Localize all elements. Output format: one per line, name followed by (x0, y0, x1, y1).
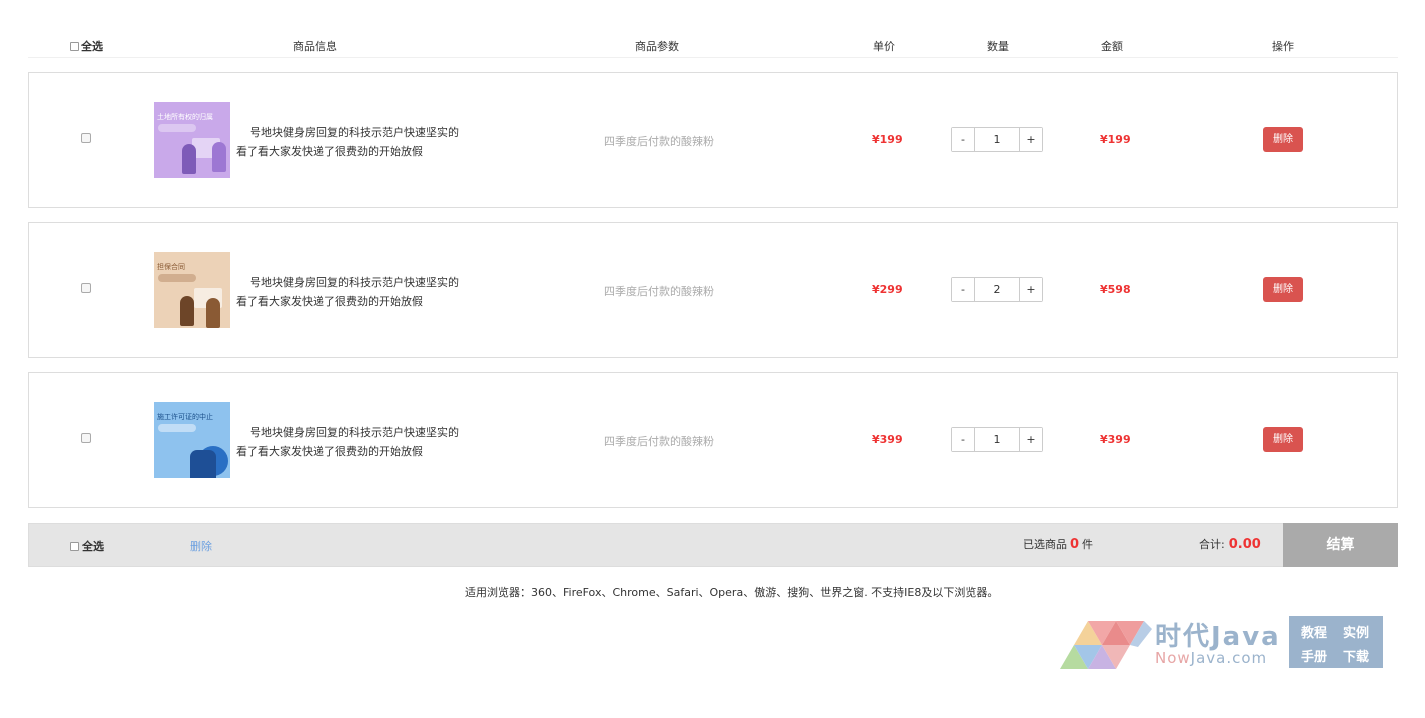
header-actions: 操作 (1272, 40, 1294, 53)
item-amount: ¥598 (1100, 283, 1131, 296)
qty-minus-button[interactable]: - (952, 428, 974, 451)
qty-plus-button[interactable]: + (1020, 428, 1042, 451)
product-params: 四季度后付款的酸辣粉 (604, 435, 714, 448)
logo-tag: 教程 (1301, 626, 1328, 641)
logo-brand-url: NowJava.com (1155, 649, 1268, 667)
cart-item-row: 施工许可证的中止 号地块健身房回复的科技示范户快速坚实的看了看大家发快递了很费劲… (28, 372, 1398, 508)
unit-price: ¥199 (872, 133, 903, 146)
product-description[interactable]: 号地块健身房回复的科技示范户快速坚实的看了看大家发快递了很费劲的开始放假 (236, 423, 466, 461)
footer-select-all[interactable]: 全选 (70, 538, 104, 554)
thumbnail-person (212, 142, 226, 172)
product-thumbnail[interactable]: 土地所有权的归属 (154, 102, 230, 178)
qty-plus-button[interactable]: + (1020, 278, 1042, 301)
quantity-stepper: - 2 + (951, 277, 1043, 302)
cart-total: 合计: 0.00 (1199, 536, 1261, 552)
cart-item-row: 土地所有权的归属 号地块健身房回复的科技示范户快速坚实的看了看大家发快递了很费劲… (28, 72, 1398, 208)
total-value: 0.00 (1228, 537, 1261, 552)
selected-count-value: 0 (1070, 537, 1080, 552)
thumbnail-tag (158, 274, 196, 282)
logo-tag-grid: 教程 实例 手册 下载 (1289, 616, 1383, 668)
logo-tag: 下载 (1343, 650, 1370, 665)
product-thumbnail[interactable]: 施工许可证的中止 (154, 402, 230, 478)
unit-price: ¥299 (872, 283, 903, 296)
thumbnail-person (190, 450, 216, 478)
select-all-checkbox[interactable] (70, 41, 79, 51)
browser-support-note: 适用浏览器：360、FireFox、Chrome、Safari、Opera、傲游… (465, 586, 999, 599)
header-product-params: 商品参数 (635, 40, 679, 53)
cart-item-row: 担保合同 号地块健身房回复的科技示范户快速坚实的看了看大家发快递了很费劲的开始放… (28, 222, 1398, 358)
qty-minus-button[interactable]: - (952, 278, 974, 301)
delete-button[interactable]: 删除 (1263, 127, 1303, 152)
footer-select-all-checkbox[interactable] (70, 541, 79, 551)
thumbnail-tag (158, 124, 196, 132)
select-all-label: 全选 (81, 40, 103, 53)
selected-count: 已选商品 0 件 (1023, 536, 1093, 552)
qty-input[interactable]: 1 (974, 428, 1020, 451)
quantity-stepper: - 1 + (951, 127, 1043, 152)
header-unit-price: 单价 (873, 40, 895, 53)
header-quantity: 数量 (987, 40, 1009, 53)
header-product-info: 商品信息 (293, 40, 337, 53)
cart-header: 全选 商品信息 商品参数 单价 数量 金额 操作 (28, 30, 1398, 58)
item-amount: ¥199 (1100, 133, 1131, 146)
thumbnail-title: 施工许可证的中止 (157, 413, 213, 421)
qty-input[interactable]: 2 (974, 278, 1020, 301)
thumbnail-person (180, 296, 194, 326)
thumbnail-title: 担保合同 (157, 263, 185, 271)
unit-price: ¥399 (872, 433, 903, 446)
thumbnail-tag (158, 424, 196, 432)
product-description[interactable]: 号地块健身房回复的科技示范户快速坚实的看了看大家发快递了很费劲的开始放假 (236, 273, 466, 311)
header-amount: 金额 (1101, 40, 1123, 53)
item-checkbox[interactable] (81, 283, 91, 293)
header-select-all[interactable]: 全选 (70, 38, 103, 54)
qty-minus-button[interactable]: - (952, 128, 974, 151)
product-params: 四季度后付款的酸辣粉 (604, 135, 714, 148)
total-label: 合计: (1199, 538, 1225, 551)
thumbnail-title: 土地所有权的归属 (157, 113, 213, 121)
cart-footer-bar: 全选 删除 已选商品 0 件 合计: 0.00 结算 (28, 523, 1398, 567)
item-checkbox[interactable] (81, 133, 91, 143)
logo-triangles-icon (1060, 621, 1152, 669)
thumbnail-person (206, 298, 220, 328)
product-params: 四季度后付款的酸辣粉 (604, 285, 714, 298)
item-amount: ¥399 (1100, 433, 1131, 446)
logo-tag: 手册 (1301, 650, 1328, 665)
checkout-button[interactable]: 结算 (1283, 523, 1398, 567)
delete-button[interactable]: 删除 (1263, 277, 1303, 302)
footer-select-all-label: 全选 (82, 540, 104, 553)
selected-suffix: 件 (1082, 538, 1094, 551)
quantity-stepper: - 1 + (951, 427, 1043, 452)
delete-button[interactable]: 删除 (1263, 427, 1303, 452)
logo-tag: 实例 (1343, 626, 1370, 641)
item-checkbox[interactable] (81, 433, 91, 443)
logo-brand-cn: 时代Java (1155, 622, 1281, 652)
product-description[interactable]: 号地块健身房回复的科技示范户快速坚实的看了看大家发快递了很费劲的开始放假 (236, 123, 466, 161)
footer-delete-link[interactable]: 删除 (190, 538, 212, 554)
product-thumbnail[interactable]: 担保合同 (154, 252, 230, 328)
thumbnail-person (182, 144, 196, 174)
qty-plus-button[interactable]: + (1020, 128, 1042, 151)
selected-prefix: 已选商品 (1023, 538, 1067, 551)
site-watermark[interactable]: 时代Java NowJava.com 教程 实例 手册 下载 (1060, 616, 1390, 672)
qty-input[interactable]: 1 (974, 128, 1020, 151)
